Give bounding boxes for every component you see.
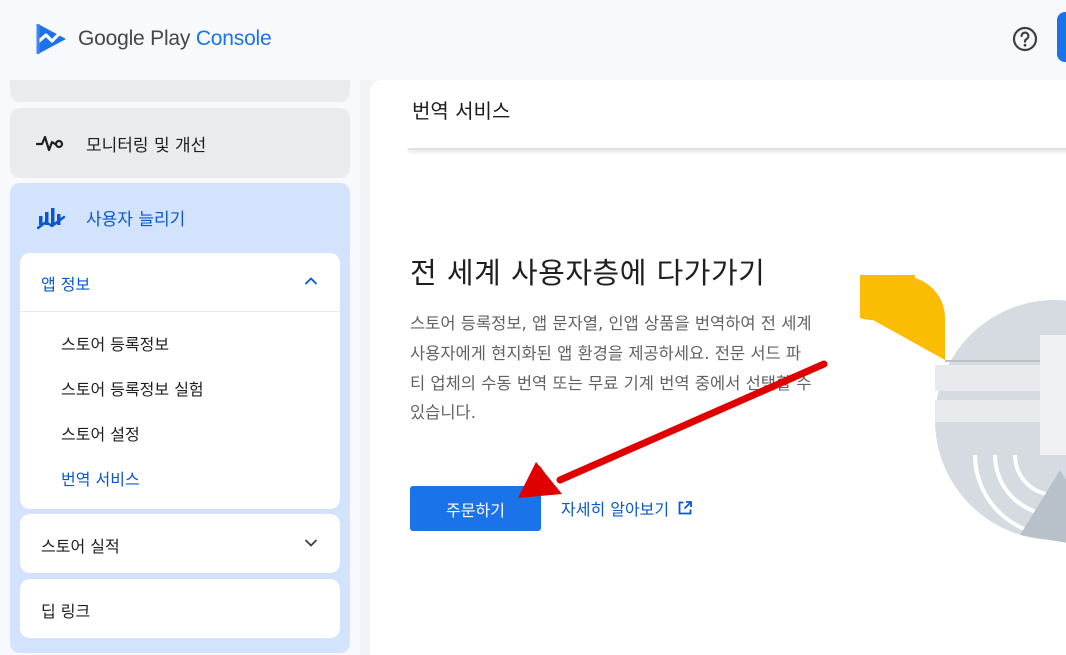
sidebar-item-label: 사용자 늘리기 [86, 210, 186, 230]
play-console-logo[interactable]: Google Play Console [36, 22, 272, 56]
brand-console: Console [195, 27, 272, 50]
hero-title: 전 세계 사용자층에 다가가기 [410, 256, 766, 290]
deep-links-section[interactable]: 딥 링크 [20, 579, 340, 638]
open-in-new-icon [678, 501, 693, 515]
store-performance-title: 스토어 실적 [41, 537, 120, 556]
sidebar-group-grow: 사용자 늘리기 앱 정보 스토어 등록정보 스토어 등록정보 실험 스토어 설정… [10, 183, 350, 653]
deep-links-title: 딥 링크 [41, 602, 91, 621]
order-button[interactable]: 주문하기 [410, 486, 541, 531]
help-circle-icon[interactable] [1012, 26, 1038, 52]
sidebar-item-store-listing-experiments[interactable]: 스토어 등록정보 실험 [61, 376, 204, 400]
learn-more-label: 자세히 알아보기 [561, 500, 670, 519]
learn-more-link[interactable]: 자세히 알아보기 [561, 496, 693, 520]
account-avatar[interactable] [1057, 12, 1066, 62]
sidebar-nav: 모니터링 및 개선 사용자 늘리기 앱 정보 스토어 등록정보 스토어 등록정보… [0, 80, 360, 655]
app-info-header[interactable]: 앱 정보 [20, 253, 340, 312]
brand-name: Google Play [78, 27, 191, 50]
sidebar-item-monitor[interactable]: 모니터링 및 개선 [10, 108, 350, 178]
play-console-logo-icon [36, 24, 66, 54]
page-title: 번역 서비스 [412, 99, 511, 123]
global-translation-illustration [860, 275, 1066, 543]
chevron-down-icon [305, 539, 317, 547]
vitals-pulse-icon [36, 135, 64, 152]
top-app-bar: Google Play Console [0, 0, 1066, 80]
sidebar-item-label: 모니터링 및 개선 [86, 135, 207, 156]
chevron-up-icon [305, 277, 317, 285]
main-content: 번역 서비스 전 세계 사용자층에 다가가기 스토어 등록정보, 앱 문자열, … [370, 80, 1066, 655]
sidebar-item-translation-services[interactable]: 번역 서비스 [61, 466, 140, 490]
app-info-section: 앱 정보 스토어 등록정보 스토어 등록정보 실험 스토어 설정 번역 서비스 [20, 253, 340, 509]
header-divider [408, 148, 1066, 150]
hero-description: 스토어 등록정보, 앱 문자열, 인앱 상품을 번역하여 전 세계 사용자에게 … [410, 314, 812, 423]
sidebar-item-store-settings[interactable]: 스토어 설정 [61, 421, 140, 445]
growth-chart-icon [36, 208, 66, 230]
sidebar-item-previous[interactable] [10, 80, 350, 102]
sidebar-item-grow[interactable]: 사용자 늘리기 [10, 183, 350, 251]
store-performance-section[interactable]: 스토어 실적 [20, 514, 340, 573]
sidebar-item-store-listing[interactable]: 스토어 등록정보 [61, 331, 169, 355]
app-info-title: 앱 정보 [41, 275, 91, 294]
